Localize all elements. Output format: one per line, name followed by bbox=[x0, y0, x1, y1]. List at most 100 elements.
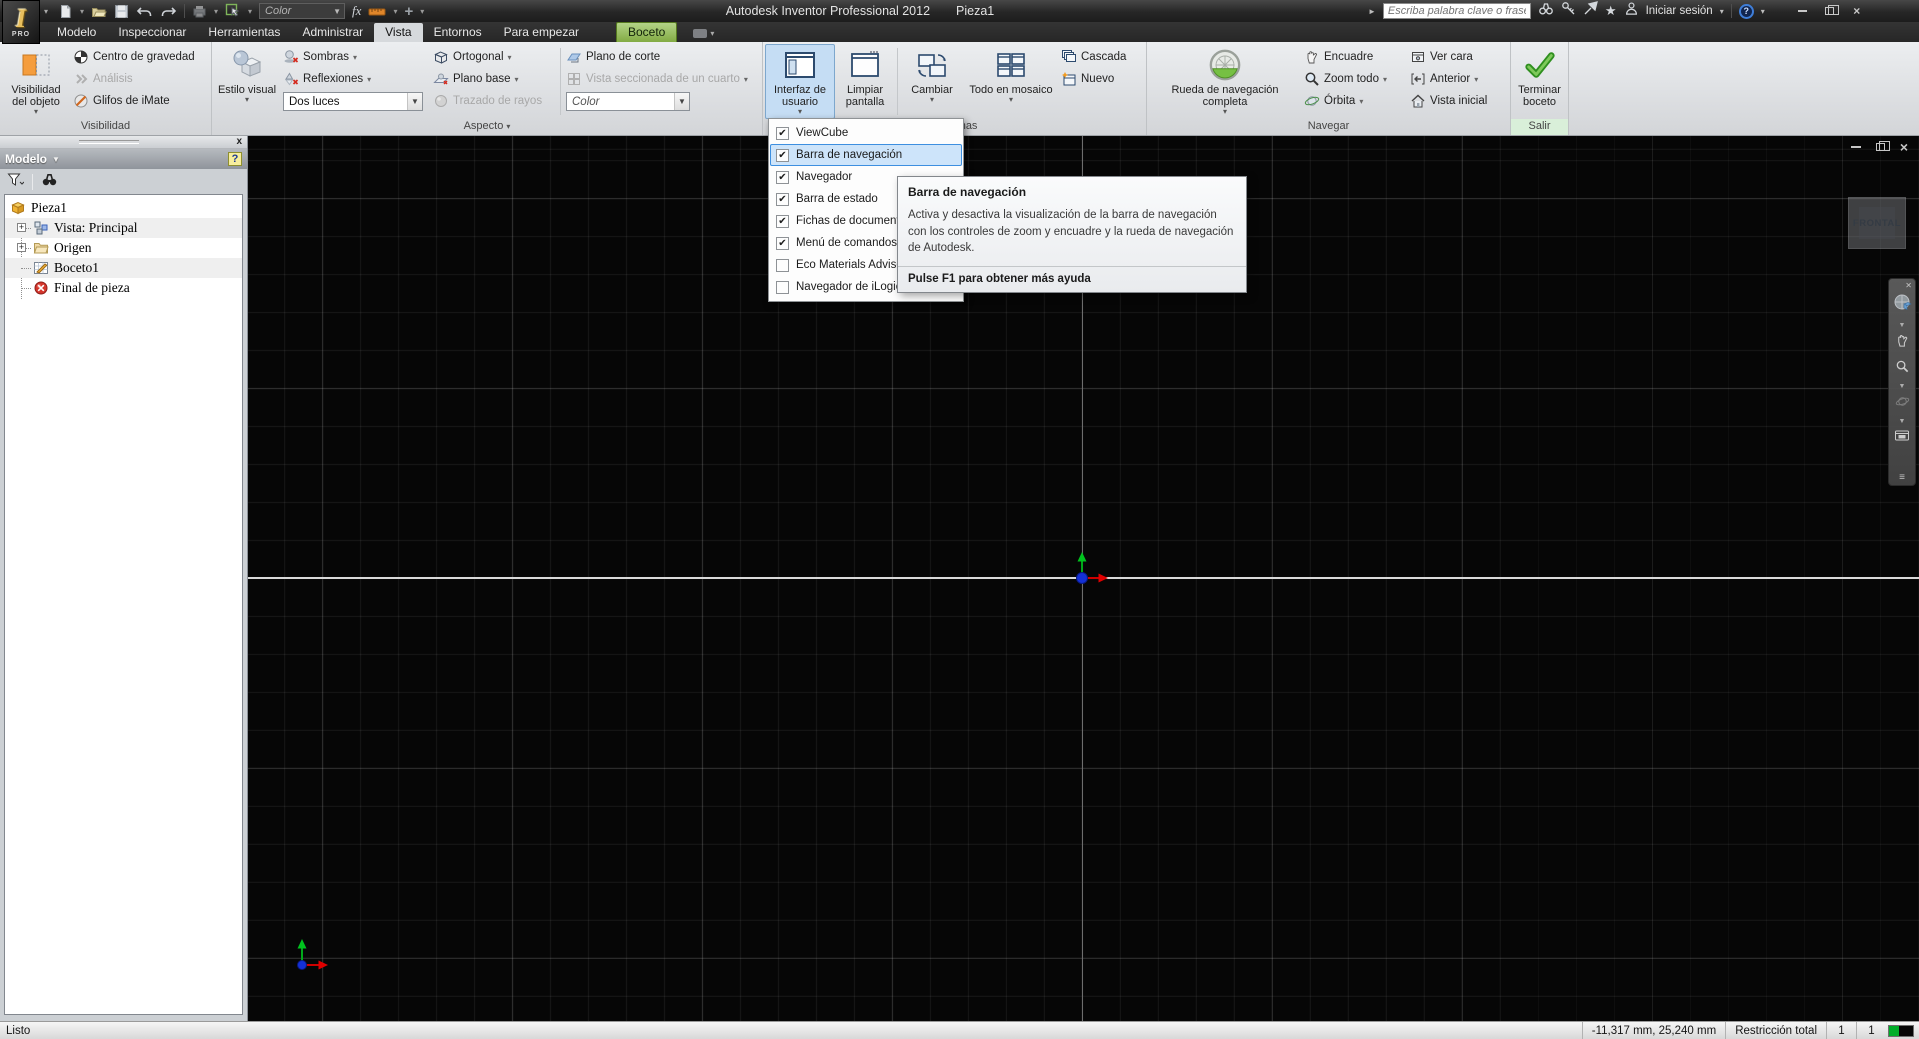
reflections-button[interactable]: Reflexiones ▾ bbox=[283, 70, 427, 88]
redo-icon[interactable] bbox=[160, 4, 177, 19]
orbit-button[interactable]: Órbita ▾ bbox=[1304, 92, 1404, 110]
browser-header[interactable]: Modelo ▼ ? bbox=[0, 149, 247, 169]
search-input[interactable] bbox=[1382, 3, 1531, 19]
tab-boceto[interactable]: Boceto bbox=[616, 22, 678, 42]
group-label-visibilidad[interactable]: Visibilidad bbox=[0, 119, 211, 135]
tab-para-empezar[interactable]: Para empezar bbox=[493, 23, 590, 42]
tree-item-sketch[interactable]: Boceto1 bbox=[5, 258, 242, 278]
tree-item-origin[interactable]: + Origen bbox=[5, 238, 242, 258]
select-tool-icon[interactable] bbox=[225, 3, 241, 19]
new-file-caret-icon[interactable]: ▾ bbox=[80, 7, 84, 16]
clean-screen-button[interactable]: Limpiar pantalla bbox=[835, 44, 895, 119]
doc-minimize-button[interactable] bbox=[1847, 140, 1865, 154]
viewcube[interactable]: FRONTAL bbox=[1848, 197, 1906, 249]
doc-restore-button[interactable] bbox=[1871, 140, 1890, 154]
orthographic-button[interactable]: Ortogonal ▾ bbox=[433, 48, 555, 66]
navbar-pan-icon[interactable] bbox=[1895, 333, 1910, 353]
checkbox-icon[interactable] bbox=[776, 258, 789, 272]
slice-plane-button[interactable]: Plano de corte bbox=[566, 48, 756, 66]
group-label-aspecto[interactable]: Aspecto ▾ bbox=[212, 119, 762, 135]
new-file-icon[interactable] bbox=[58, 4, 73, 19]
navbar-orbit-icon[interactable] bbox=[1895, 394, 1910, 414]
favorites-star-icon[interactable]: ★ bbox=[1605, 3, 1617, 19]
combo-caret-icon[interactable]: ▼ bbox=[330, 7, 344, 16]
caret-down-icon[interactable]: ▼ bbox=[1899, 417, 1906, 426]
checkbox-icon[interactable]: ✔ bbox=[776, 148, 789, 162]
signin-caret-icon[interactable]: ▾ bbox=[1720, 7, 1724, 16]
color-override-combo[interactable]: Color ▼ bbox=[259, 3, 346, 19]
measure-icon[interactable] bbox=[368, 5, 386, 18]
tab-administrar[interactable]: Administrar bbox=[291, 23, 374, 42]
expand-icon[interactable]: + bbox=[17, 223, 26, 232]
tree-item-part[interactable]: Pieza1 bbox=[5, 198, 242, 218]
quarter-section-button[interactable]: Vista seccionada de un cuarto ▾ bbox=[566, 70, 756, 88]
help-icon[interactable]: ? bbox=[1738, 3, 1754, 19]
browser-grip-row[interactable]: x bbox=[0, 136, 247, 149]
switch-windows-button[interactable]: Cambiar ▾ bbox=[900, 44, 964, 119]
expand-icon[interactable]: + bbox=[17, 243, 26, 252]
ribbon-display-options[interactable]: ▾ bbox=[693, 29, 714, 42]
parameters-fx-icon[interactable]: fx bbox=[352, 3, 361, 19]
browser-help-icon[interactable]: ? bbox=[228, 152, 242, 166]
tab-inspeccionar[interactable]: Inspeccionar bbox=[107, 23, 197, 42]
navbar-options-icon[interactable]: ≡ bbox=[1899, 473, 1905, 483]
zoom-all-button[interactable]: Zoom todo ▾ bbox=[1304, 70, 1404, 88]
search-expand-icon[interactable]: ► bbox=[1368, 7, 1376, 16]
caret-down-icon[interactable]: ▼ bbox=[1899, 321, 1906, 330]
pan-button[interactable]: Encuadre bbox=[1304, 48, 1404, 66]
shadows-button[interactable]: Sombras ▾ bbox=[283, 48, 427, 66]
undo-icon[interactable] bbox=[136, 4, 153, 19]
analysis-button[interactable]: Análisis bbox=[73, 70, 205, 88]
add-tool-icon[interactable]: + bbox=[404, 3, 413, 20]
logo-caret-icon[interactable]: ▾ bbox=[44, 7, 48, 16]
signin-person-icon[interactable] bbox=[1624, 1, 1639, 21]
close-button[interactable]: × bbox=[1847, 4, 1867, 18]
communication-center-icon[interactable] bbox=[1583, 1, 1598, 21]
finish-sketch-button[interactable]: Terminar boceto bbox=[1512, 44, 1568, 119]
group-label-salir[interactable]: Salir bbox=[1511, 119, 1568, 135]
app-logo[interactable]: I PRO bbox=[2, 0, 40, 44]
new-window-button[interactable]: Nuevo bbox=[1061, 70, 1133, 88]
combo-caret-icon[interactable]: ▼ bbox=[674, 93, 689, 110]
object-visibility-button[interactable]: Visibilidad del objeto ▾ bbox=[2, 44, 70, 119]
restore-button[interactable] bbox=[1820, 4, 1840, 18]
browser-header-caret-icon[interactable]: ▼ bbox=[52, 155, 60, 164]
save-icon[interactable] bbox=[114, 4, 129, 19]
filter-icon[interactable] bbox=[7, 172, 25, 192]
checkbox-icon[interactable]: ✔ bbox=[776, 170, 789, 184]
navbar-zoom-icon[interactable] bbox=[1895, 359, 1910, 379]
caret-down-icon[interactable]: ▼ bbox=[1899, 382, 1906, 391]
ground-plane-button[interactable]: Plano base ▾ bbox=[433, 70, 555, 88]
group-label-navegar[interactable]: Navegar bbox=[1147, 119, 1510, 135]
navbar-look-at-icon[interactable] bbox=[1894, 429, 1910, 447]
checkbox-icon[interactable]: ✔ bbox=[776, 214, 789, 228]
search-binoculars-icon[interactable] bbox=[1538, 1, 1554, 21]
home-view-button[interactable]: Vista inicial bbox=[1410, 92, 1504, 110]
checkbox-icon[interactable]: ✔ bbox=[776, 126, 789, 140]
minimize-button[interactable] bbox=[1793, 4, 1813, 18]
tree-item-view[interactable]: + Vista: Principal bbox=[5, 218, 242, 238]
checkbox-icon[interactable]: ✔ bbox=[776, 192, 789, 206]
measure-caret-icon[interactable]: ▾ bbox=[393, 7, 397, 16]
previous-view-button[interactable]: Anterior ▾ bbox=[1410, 70, 1504, 88]
signin-label[interactable]: Iniciar sesión bbox=[1646, 5, 1713, 17]
center-of-gravity-button[interactable]: Centro de gravedad bbox=[73, 48, 205, 66]
drag-grip-icon[interactable] bbox=[79, 140, 139, 144]
navbar-wheel-icon[interactable] bbox=[1892, 293, 1912, 318]
navigation-wheel-button[interactable]: Rueda de navegación completa ▾ bbox=[1149, 44, 1301, 119]
open-icon[interactable] bbox=[91, 4, 107, 19]
menu-item-viewcube[interactable]: ✔ ViewCube bbox=[770, 122, 962, 144]
color-style-combo[interactable]: Color ▼ bbox=[566, 92, 690, 111]
navbar-close-icon[interactable]: ✕ bbox=[1905, 281, 1912, 290]
visual-style-button[interactable]: Estilo visual ▾ bbox=[214, 44, 280, 119]
doc-close-button[interactable]: × bbox=[1895, 140, 1913, 154]
tile-all-button[interactable]: Todo en mosaico ▾ bbox=[964, 44, 1058, 119]
tab-modelo[interactable]: Modelo bbox=[46, 23, 107, 42]
tab-herramientas[interactable]: Herramientas bbox=[197, 23, 291, 42]
add-tool-caret-icon[interactable]: ▾ bbox=[420, 7, 424, 16]
lighting-style-combo[interactable]: Dos luces ▼ bbox=[283, 92, 423, 111]
browser-close-icon[interactable]: x bbox=[236, 136, 242, 148]
print-caret-icon[interactable]: ▾ bbox=[214, 7, 218, 16]
help-caret-icon[interactable]: ▾ bbox=[1761, 7, 1765, 16]
tab-entornos[interactable]: Entornos bbox=[423, 23, 493, 42]
